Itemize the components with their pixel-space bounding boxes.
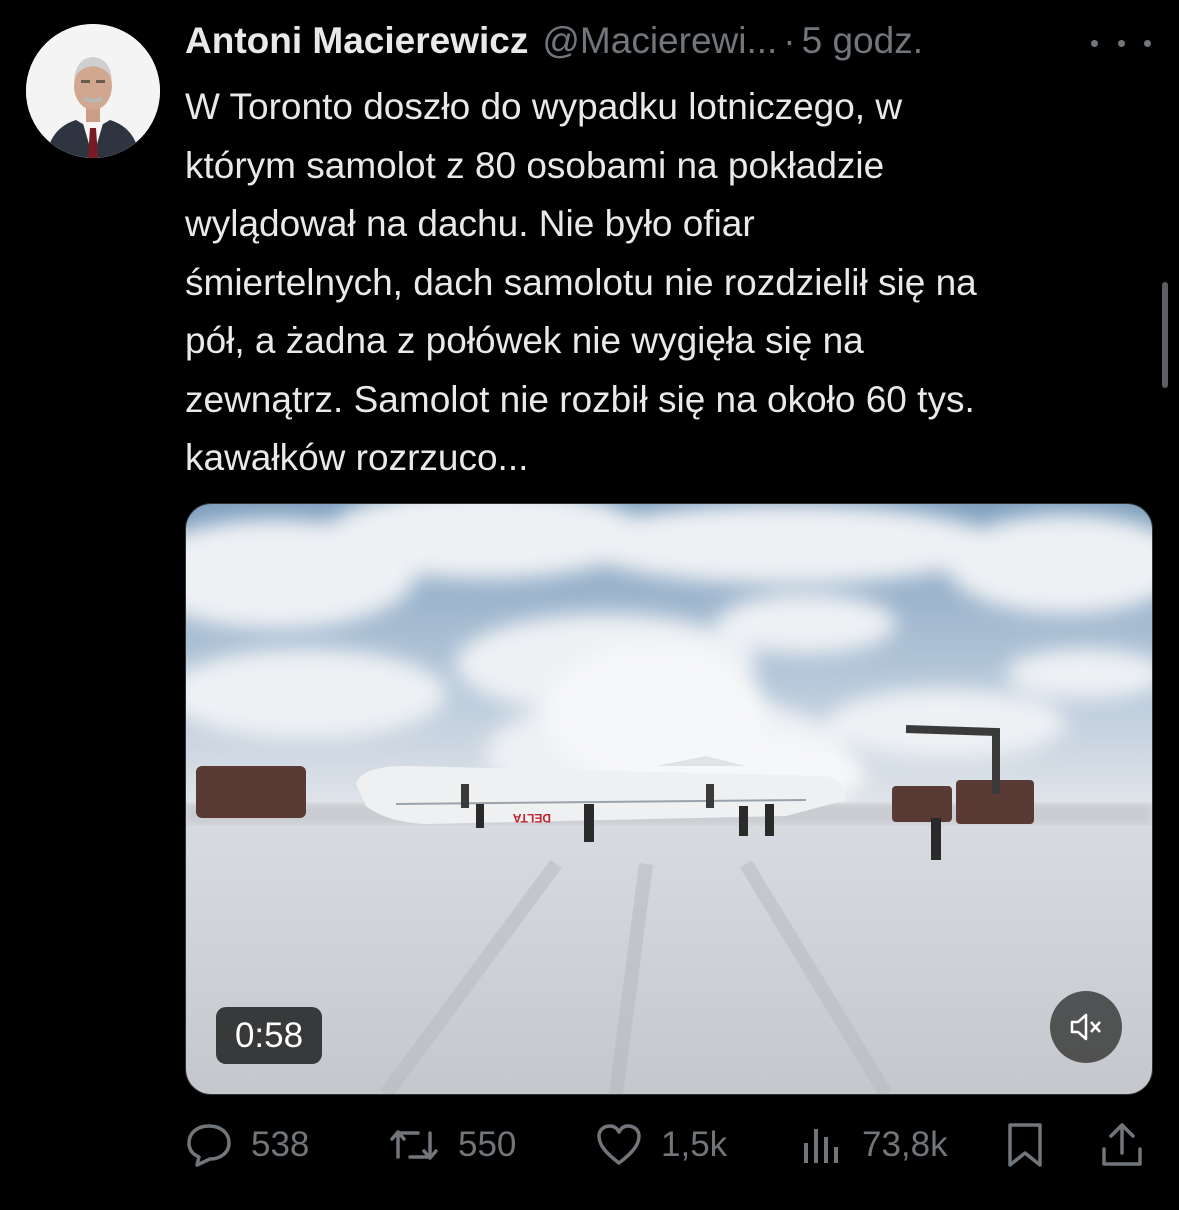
action-bar: 538 550 1,5k 73,8k	[185, 1115, 1145, 1175]
tweet-header: Antoni Macierewicz @Macierewi... · 5 god…	[185, 20, 1085, 70]
reply-count: 538	[251, 1125, 310, 1164]
views-button[interactable]: 73,8k	[800, 1115, 948, 1175]
share-button[interactable]	[1100, 1115, 1162, 1175]
like-icon	[597, 1124, 641, 1165]
video-duration: 0:58	[216, 1007, 322, 1064]
scrollbar[interactable]	[1162, 282, 1168, 388]
reply-button[interactable]: 538	[185, 1115, 309, 1175]
share-icon	[1102, 1123, 1142, 1166]
repost-button[interactable]: 550	[388, 1115, 516, 1175]
reply-icon	[187, 1124, 231, 1167]
views-icon	[804, 1129, 838, 1163]
like-count: 1,5k	[661, 1125, 728, 1164]
video-player[interactable]: DELTA 0:58	[185, 503, 1153, 1095]
views-count: 73,8k	[862, 1125, 948, 1164]
avatar[interactable]	[26, 24, 160, 158]
mute-icon[interactable]	[1050, 991, 1122, 1063]
tweet-text: W Toronto doszło do wypadku lotniczego, …	[185, 86, 977, 478]
timestamp[interactable]: 5 godz.	[802, 20, 923, 62]
video-frame: DELTA	[186, 504, 1152, 1094]
author-handle[interactable]: @Macierewi...	[542, 20, 777, 62]
separator: ·	[783, 20, 796, 61]
delta-logo: DELTA	[512, 811, 551, 825]
repost-count: 550	[458, 1125, 517, 1164]
author-name[interactable]: Antoni Macierewicz	[185, 20, 528, 62]
like-button[interactable]: 1,5k	[595, 1115, 727, 1175]
bookmark-icon	[1008, 1123, 1042, 1167]
repost-icon	[390, 1130, 438, 1160]
bookmark-button[interactable]	[1005, 1115, 1063, 1175]
more-icon[interactable]	[1091, 28, 1151, 58]
